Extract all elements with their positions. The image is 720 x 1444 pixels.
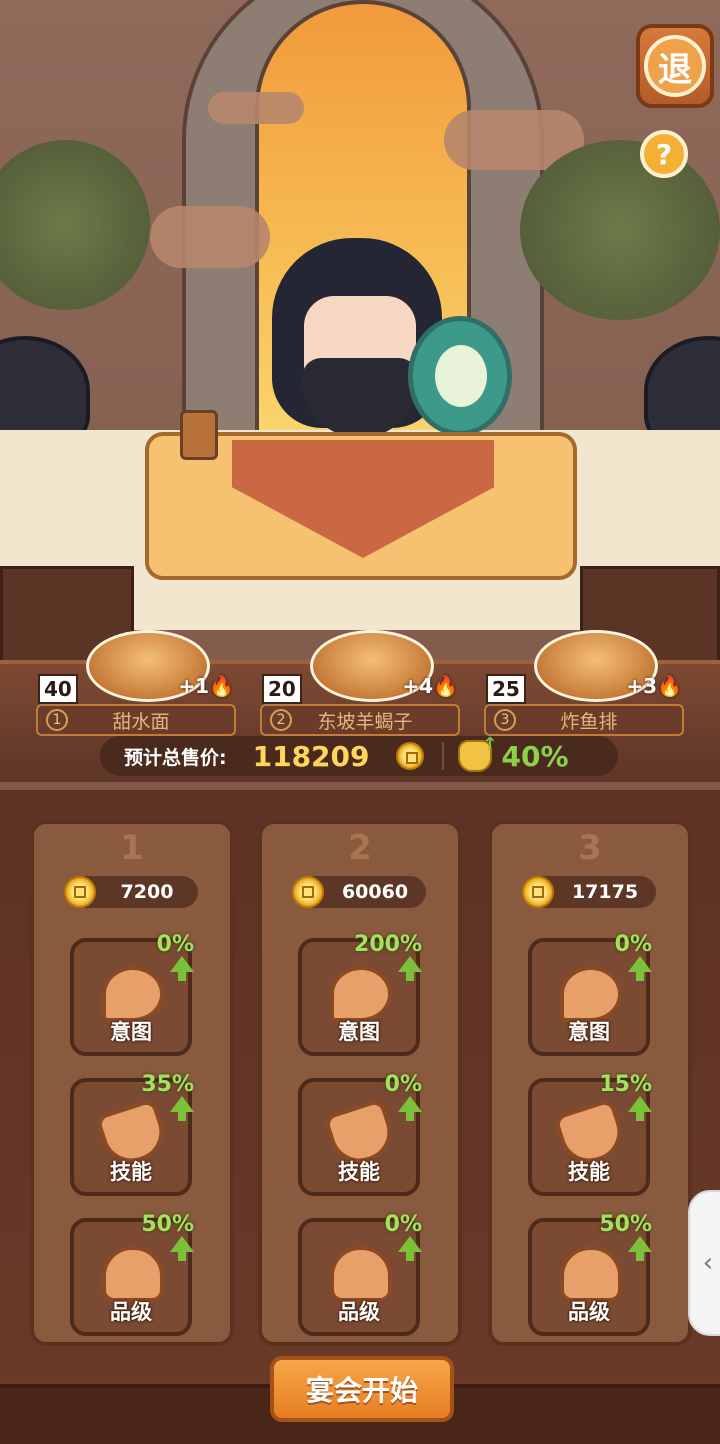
dish-bonus: +1🔥 (178, 674, 234, 698)
up-arrow-icon (628, 956, 652, 981)
feather-fan-icon (408, 316, 512, 436)
help-button[interactable]: ? (640, 130, 688, 178)
upgrade-label: 意图 (568, 1020, 610, 1044)
upgrade-intent-button[interactable]: 200% 意图 (298, 932, 422, 1056)
brush-holder-icon (180, 410, 218, 460)
column-number: 2 (348, 828, 372, 868)
cloud-decoration (150, 206, 270, 268)
column-cost-value: 7200 (120, 881, 174, 903)
sales-bonus-percent: 40% (501, 739, 569, 773)
up-arrow-icon (628, 1236, 652, 1261)
upgrade-grade-button[interactable]: 50% 品级 (70, 1212, 194, 1336)
column-cost: 7200 (64, 876, 198, 908)
exit-button-label: 退 (644, 35, 706, 97)
thumbs-up-icon (330, 1246, 392, 1302)
dish-label: 2 东坡羊蝎子 (260, 704, 460, 736)
dish-card[interactable]: 25 +3🔥 3 炸鱼排 (484, 630, 684, 740)
exit-button[interactable]: 退 (636, 24, 714, 108)
sales-value: 118209 (252, 739, 370, 773)
upgrade-percent: 15% (599, 1072, 652, 1097)
thumbs-up-icon (560, 1246, 622, 1302)
bonsai-leaves-right (520, 140, 720, 320)
upgrade-skill-button[interactable]: 15% 技能 (528, 1072, 652, 1196)
dish-count: 25 (486, 674, 526, 704)
dish-count: 20 (262, 674, 302, 704)
up-arrow-icon (170, 1236, 194, 1261)
cloud-decoration (208, 92, 304, 124)
up-arrow-icon (398, 956, 422, 981)
dish-name: 东坡羊蝎子 (317, 710, 413, 733)
up-arrow-icon (170, 1096, 194, 1121)
upgrade-percent: 50% (599, 1212, 652, 1237)
flame-icon: 🔥 (433, 674, 458, 698)
upgrade-label: 技能 (568, 1160, 610, 1184)
upgrade-percent: 0% (614, 932, 652, 957)
dish-name: 炸鱼排 (560, 710, 618, 733)
upgrade-label: 技能 (110, 1160, 152, 1184)
coin-icon (292, 876, 324, 908)
dish-bonus: +3🔥 (626, 674, 682, 698)
column-number: 1 (120, 828, 144, 868)
coin-icon (64, 876, 96, 908)
upgrade-label: 品级 (110, 1300, 152, 1324)
dish-bonus-value: +1 (178, 674, 210, 698)
upgrade-percent: 50% (141, 1212, 194, 1237)
column-cost-value: 60060 (341, 881, 409, 903)
flame-icon: 🔥 (209, 674, 234, 698)
chevron-left-icon: ‹ (702, 1248, 714, 1278)
dish-index: 3 (494, 709, 516, 731)
upgrade-intent-button[interactable]: 0% 意图 (70, 932, 194, 1056)
upgrade-percent: 0% (384, 1072, 422, 1097)
sales-label: 预计总售价: (124, 746, 227, 769)
spoon-icon (102, 966, 164, 1022)
upgrade-percent: 200% (354, 932, 422, 957)
upgrade-percent: 0% (384, 1212, 422, 1237)
coin-icon (522, 876, 554, 908)
upgrade-label: 意图 (110, 1020, 152, 1044)
dish-bonus: +4🔥 (402, 674, 458, 698)
dish-card[interactable]: 40 +1🔥 1 甜水面 (36, 630, 236, 740)
spoon-icon (330, 966, 392, 1022)
column-number: 3 (578, 828, 602, 868)
upgrade-label: 品级 (338, 1300, 380, 1324)
up-arrow-icon (170, 956, 194, 981)
dish-label: 3 炸鱼排 (484, 704, 684, 736)
upgrade-skill-button[interactable]: 35% 技能 (70, 1072, 194, 1196)
upgrade-grade-button[interactable]: 0% 品级 (298, 1212, 422, 1336)
dish-index: 1 (46, 709, 68, 731)
flame-icon: 🔥 (657, 674, 682, 698)
upgrade-percent: 0% (156, 932, 194, 957)
upgrade-grade-button[interactable]: 50% 品级 (528, 1212, 652, 1336)
upgrade-skill-button[interactable]: 0% 技能 (298, 1072, 422, 1196)
dish-count: 40 (38, 674, 78, 704)
dish-label: 1 甜水面 (36, 704, 236, 736)
upgrade-label: 意图 (338, 1020, 380, 1044)
dish-index: 2 (270, 709, 292, 731)
up-arrow-icon (398, 1236, 422, 1261)
column-cost: 60060 (292, 876, 426, 908)
spoon-icon (560, 966, 622, 1022)
divider (441, 742, 444, 770)
upgrade-column: 2 60060 200% 意图 0% 技能 0% 品级 (258, 820, 462, 1346)
upgrade-column: 3 17175 0% 意图 15% 技能 50% 品级 (488, 820, 692, 1346)
money-bag-icon (457, 734, 498, 772)
upgrade-column: 1 7200 0% 意图 35% 技能 50% 品级 (30, 820, 234, 1346)
coin-icon (395, 742, 424, 770)
upgrade-percent: 35% (141, 1072, 194, 1097)
up-arrow-icon (398, 1096, 422, 1121)
upgrade-label: 技能 (338, 1160, 380, 1184)
dish-card[interactable]: 20 +4🔥 2 东坡羊蝎子 (260, 630, 460, 740)
dish-bonus-value: +3 (626, 674, 658, 698)
upgrade-intent-button[interactable]: 0% 意图 (528, 932, 652, 1056)
up-arrow-icon (628, 1096, 652, 1121)
estimated-sales-bar: 预计总售价: 118209 40% (100, 734, 618, 776)
upgrade-label: 品级 (568, 1300, 610, 1324)
dish-bonus-value: +4 (402, 674, 434, 698)
start-banquet-button[interactable]: 宴会开始 (270, 1356, 454, 1422)
column-cost-value: 17175 (571, 881, 639, 903)
thumbs-up-icon (102, 1246, 164, 1302)
dish-name: 甜水面 (112, 710, 170, 733)
column-cost: 17175 (522, 876, 656, 908)
side-panel-handle[interactable]: ‹ (688, 1190, 720, 1336)
